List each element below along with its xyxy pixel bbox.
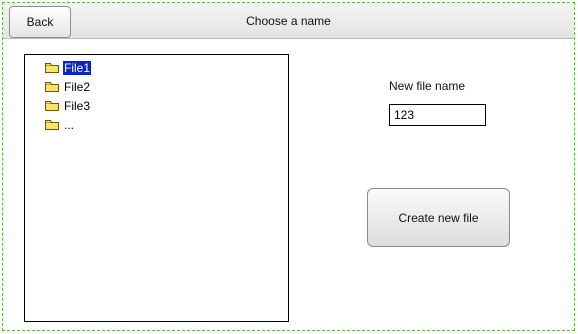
tree-item-label: File3 xyxy=(64,98,91,113)
new-file-name-input[interactable] xyxy=(389,104,486,126)
tree-item-file3[interactable]: File3 xyxy=(25,96,288,115)
create-new-file-button[interactable]: Create new file xyxy=(367,188,510,247)
page-title: Choose a name xyxy=(246,14,331,28)
tree-item-label: File1 xyxy=(61,59,93,76)
tree-item-more[interactable]: ... xyxy=(25,115,288,134)
folder-icon xyxy=(45,100,59,111)
tree-item-file1[interactable]: File1 xyxy=(25,58,288,77)
tree-item-label: ... xyxy=(64,117,75,132)
back-button[interactable]: Back xyxy=(9,6,71,38)
new-file-name-label: New file name xyxy=(389,79,466,93)
header-bar: Choose a name xyxy=(3,3,574,39)
tree-item-label: File2 xyxy=(64,79,91,94)
folder-icon xyxy=(45,62,59,73)
folder-icon xyxy=(45,81,59,92)
folder-icon xyxy=(45,119,59,130)
tree-item-file2[interactable]: File2 xyxy=(25,77,288,96)
file-tree[interactable]: File1 File2 File3 ... xyxy=(24,54,289,322)
